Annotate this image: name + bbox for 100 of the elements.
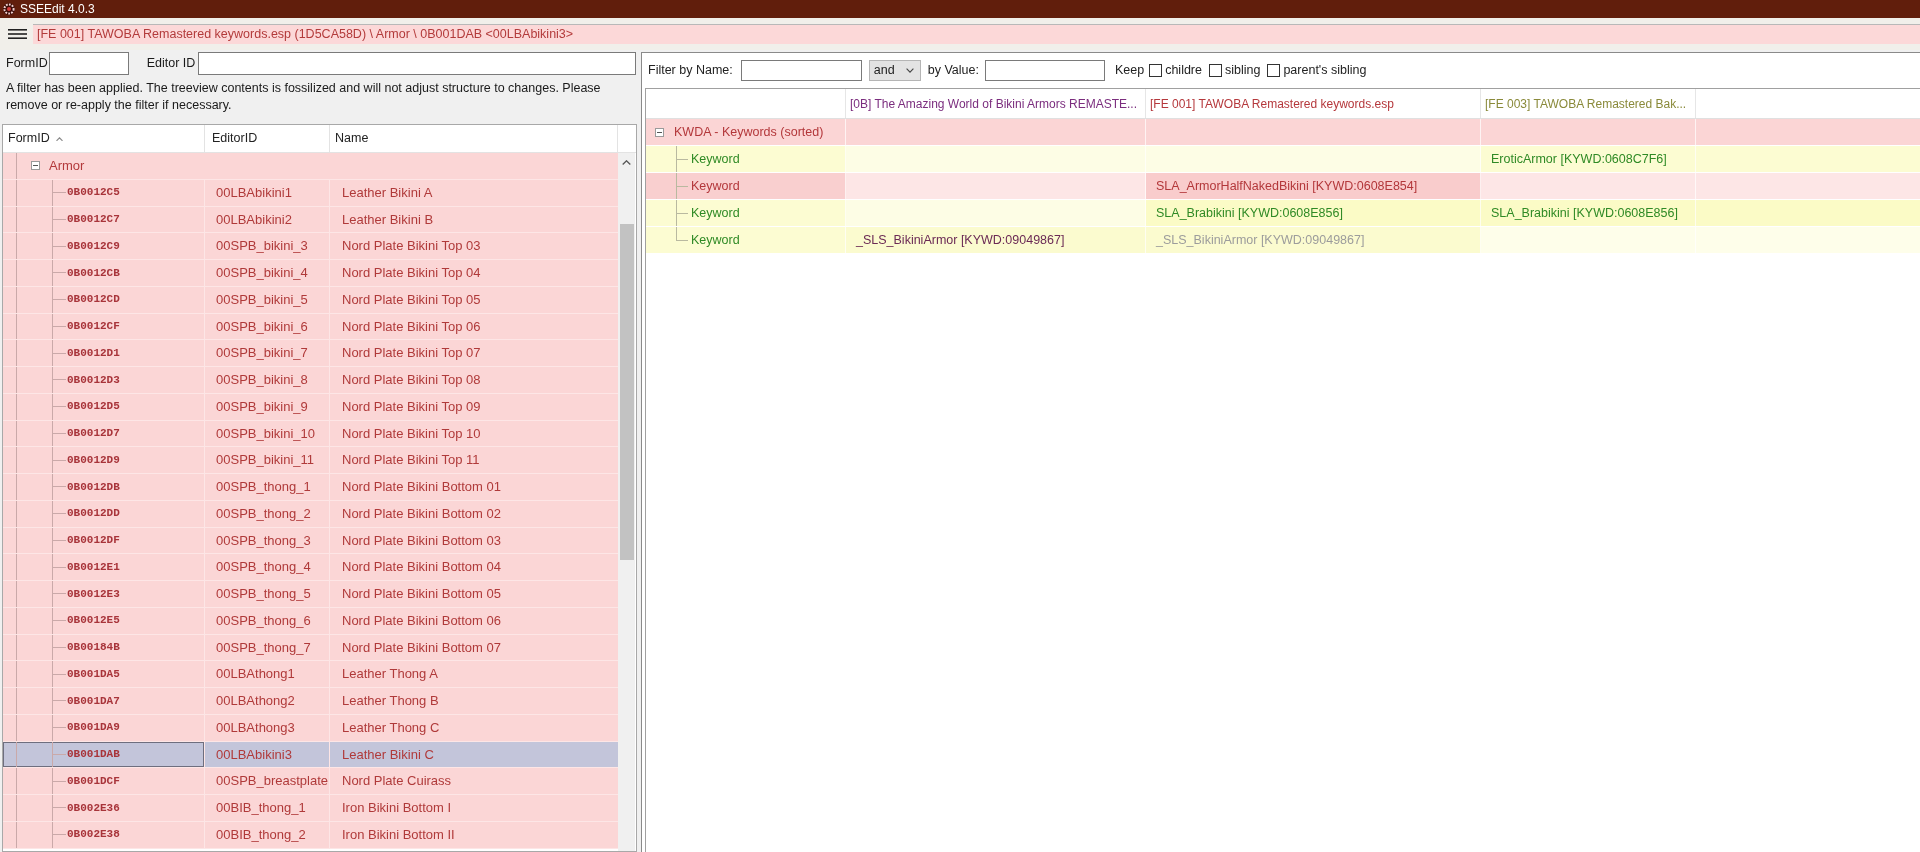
tree-row[interactable]: 0B0012DB 00SPB_thong_1 Nord Plate Bikini Bottom 01	[3, 474, 618, 501]
editor-id-text: 00LBAthong2	[205, 688, 330, 714]
value-cell: _SLS_BikiniArmor [KYWD:09049867]	[1146, 227, 1481, 253]
tree-row[interactable]: 0B0012DF 00SPB_thong_3 Nord Plate Bikini Bottom 03	[3, 527, 618, 555]
editor-id-text: 00LBAthong3	[205, 714, 330, 741]
record-path-bar: [FE 001] TAWOBA Remastered keywords.esp (1D5CA58D) \ Armor \ 0B001DAB <00LBAbikini3>	[33, 24, 1920, 44]
form-id-text: 0B0012E3	[3, 581, 205, 607]
editor-id-text: 00SPB_bikini_7	[205, 340, 330, 366]
tree-row[interactable]: 0B0012C7 00LBAbikini2 Leather Bikini B	[3, 206, 618, 234]
collapse-icon[interactable]	[655, 127, 664, 137]
tree-row[interactable]: 0B0012D3 00SPB_bikini_8 Nord Plate Bikini Top 08	[3, 367, 618, 394]
operator-dropdown[interactable]: and	[868, 60, 921, 81]
form-id-text: 0B0012DF	[3, 527, 205, 554]
editor-id-text: 00LBAbikini2	[205, 206, 330, 233]
tree-row[interactable]: 0B0012D9 00SPB_bikini_11 Nord Plate Bikini Top 11	[3, 447, 618, 474]
editor-id-text: 00SPB_bikini_11	[205, 447, 330, 473]
form-id-text: 0B0012D9	[3, 447, 205, 473]
scroll-up-icon[interactable]	[622, 160, 631, 165]
editor-id-text: 00SPB_thong_3	[205, 527, 330, 554]
editor-id-text: 00BIB_thong_1	[205, 795, 330, 821]
tree-row[interactable]: 0B0012D1 00SPB_bikini_7 Nord Plate Bikini Top 07	[3, 340, 618, 367]
checkbox-label: sibling	[1225, 62, 1261, 80]
item-name-text: Nord Plate Bikini Top 09	[341, 397, 482, 416]
item-name-text: Nord Plate Bikini Top 11	[341, 451, 481, 470]
tree-row[interactable]: 0B0012CF 00SPB_bikini_6 Nord Plate Bikini Top 06	[3, 313, 618, 341]
column-header[interactable]: EditorID	[205, 125, 330, 152]
column-header[interactable]: [FE 001] TAWOBA Remastered keywords.esp	[1146, 89, 1481, 118]
tree-row[interactable]: 0B0012C9 00SPB_bikini_3 Nord Plate Bikini Top 03	[3, 233, 618, 260]
row-label: Keyword	[691, 150, 740, 168]
form-id-text: 0B001DCF	[3, 768, 205, 794]
item-name-text: Nord Plate Bikini Bottom 01	[341, 478, 502, 497]
item-name-text: Nord Plate Bikini Top 05	[341, 290, 482, 309]
form-id-text: 0B0012E5	[3, 607, 205, 634]
tree-node-label: Armor	[49, 157, 85, 176]
tree-row[interactable]: 0B001DA9 00LBAthong3 Leather Thong C	[3, 714, 618, 742]
tree-row[interactable]: 0B0012E1 00SPB_thong_4 Nord Plate Bikini Bottom 04	[3, 554, 618, 581]
tree-row[interactable]: 0B001DAB 00LBAbikini3 Leather Bikini C	[3, 741, 618, 769]
value-filter-field[interactable]	[984, 60, 1105, 81]
form-id-text: 0B0012CF	[3, 313, 205, 340]
tree-row[interactable]: 0B0012D7 00SPB_bikini_10 Nord Plate Bikini Top 10	[3, 420, 618, 448]
value-cell: SLA_Brabikini [KYWD:0608E856]	[1146, 200, 1481, 226]
form-id-text: 0B002E36	[3, 795, 205, 821]
editor-id-text: 00SPB_breastplate	[205, 768, 330, 794]
row-label: Keyword	[691, 231, 740, 249]
column-header[interactable]: [FE 003] TAWOBA Remastered Bak...	[1481, 89, 1696, 118]
editor-id-text: 00SPB_thong_4	[205, 554, 330, 580]
tree-row[interactable]: Armor	[3, 153, 618, 180]
form-id-text: 0B002E38	[3, 821, 205, 848]
scrollbar-thumb[interactable]	[619, 224, 634, 560]
tree-row[interactable]: 0B0012CB 00SPB_bikini_4 Nord Plate Bikini Top 04	[3, 260, 618, 287]
item-name-text: Leather Thong A	[341, 665, 439, 684]
tree-row[interactable]: 0B00184B 00SPB_thong_7 Nord Plate Bikini Bottom 07	[3, 634, 618, 662]
value-cell: _SLS_BikiniArmor [KYWD:09049867]	[846, 227, 1146, 253]
tree-row[interactable]: 0B001DA5 00LBAthong1 Leather Thong A	[3, 661, 618, 688]
tree-row[interactable]: 0B002E38 00BIB_thong_2 Iron Bikini Bottom II	[3, 821, 618, 849]
tree-row[interactable]: 0B0012CD 00SPB_bikini_5 Nord Plate Bikini Top 05	[3, 286, 618, 314]
item-name-text: Nord Plate Bikini Top 06	[341, 317, 482, 336]
editor-id-text: 00SPB_thong_1	[205, 474, 330, 500]
field-label: FormID	[6, 54, 48, 72]
tree-row[interactable]: 0B001DCF 00SPB_breastplate Nord Plate Cuirass	[3, 768, 618, 795]
item-name-text: Nord Plate Cuirass	[341, 772, 453, 791]
form-id-text: 0B0012DB	[3, 474, 205, 500]
form-id-text: 0B001DA5	[3, 661, 205, 687]
checkbox-label: childre	[1165, 62, 1202, 80]
tree-row[interactable]: 0B0012D5 00SPB_bikini_9 Nord Plate Bikini Top 09	[3, 393, 618, 421]
tree-row[interactable]: 0B002E36 00BIB_thong_1 Iron Bikini Bottom I	[3, 795, 618, 822]
window-title: SSEEdit 4.0.3	[20, 3, 95, 15]
form-id-text: 0B0012C5	[3, 179, 205, 206]
collapse-icon[interactable]	[31, 161, 40, 171]
form-id-text: 0B0012CB	[3, 260, 205, 286]
editor-id-field[interactable]	[198, 51, 636, 75]
checkbox[interactable]	[1209, 64, 1222, 77]
item-name-text: Iron Bikini Bottom II	[341, 825, 456, 844]
checkbox[interactable]	[1267, 64, 1281, 77]
tree-row[interactable]: 0B0012E5 00SPB_thong_6 Nord Plate Bikini Bottom 06	[3, 607, 618, 635]
form-id-field[interactable]	[48, 51, 129, 75]
editor-id-text: 00LBAthong1	[205, 661, 330, 687]
value-cell: SLA_Brabikini [KYWD:0608E856]	[1481, 200, 1696, 226]
form-id-text: 0B0012CD	[3, 286, 205, 313]
item-name-text: Nord Plate Bikini Bottom 06	[341, 611, 502, 630]
tree-row[interactable]: 0B0012E3 00SPB_thong_5 Nord Plate Bikini Bottom 05	[3, 581, 618, 608]
column-header[interactable]: [0B] The Amazing World of Bikini Armors REMASTE...	[846, 89, 1146, 118]
filter-notice: A filter has been applied. The treeview contents is fossilized and will not adjust structure to changes. Please remove or re-apply the filter if necessary.	[5, 80, 602, 114]
checkbox-label: parent's sibling	[1283, 62, 1367, 80]
column-header[interactable]: Name	[330, 125, 618, 152]
column-header[interactable]: FormID	[3, 125, 205, 152]
item-name-text: Nord Plate Bikini Top 07	[341, 344, 482, 363]
item-name-text: Leather Bikini B	[341, 210, 435, 229]
name-filter-field[interactable]	[740, 60, 862, 81]
form-id-text: 0B0012D3	[3, 367, 205, 393]
form-id-text: 0B0012C9	[3, 233, 205, 259]
tree-row[interactable]: 0B0012C5 00LBAbikini1 Leather Bikini A	[3, 179, 618, 207]
tree-row[interactable]: 0B0012DD 00SPB_thong_2 Nord Plate Bikini Bottom 02	[3, 500, 618, 528]
row-label: Keyword	[691, 177, 740, 195]
tree-row[interactable]: 0B001DA7 00LBAthong2 Leather Thong B	[3, 688, 618, 715]
item-name-text: Leather Bikini A	[341, 183, 434, 202]
form-id-text: 0B001DA9	[3, 714, 205, 741]
checkbox[interactable]	[1149, 64, 1163, 77]
item-name-text: Nord Plate Bikini Top 03	[341, 237, 482, 256]
editor-id-text: 00SPB_thong_5	[205, 581, 330, 607]
